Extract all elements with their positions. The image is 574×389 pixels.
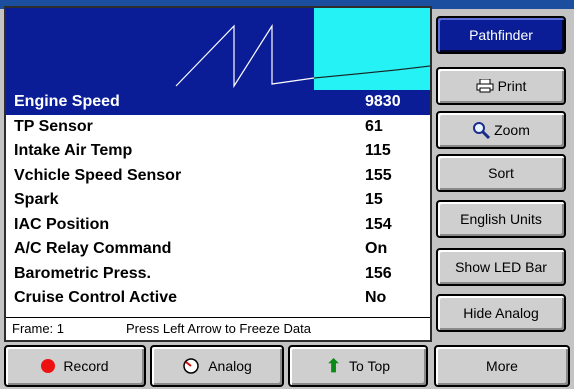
param-row-barometric[interactable]: Barometric Press. 156 <box>6 262 430 287</box>
param-label: Cruise Control Active <box>14 289 177 306</box>
sort-button[interactable]: Sort <box>436 154 566 192</box>
param-value: On <box>365 240 388 257</box>
printer-icon <box>476 79 494 93</box>
analog-label: Analog <box>208 358 252 374</box>
parameter-list: Engine Speed 9830 TP Sensor 61 Intake Ai… <box>6 90 430 311</box>
param-label: Spark <box>14 191 59 208</box>
units-label: English Units <box>460 211 542 227</box>
more-label: More <box>486 358 518 374</box>
record-button[interactable]: Record <box>4 345 146 387</box>
param-label: Vchicle Speed Sensor <box>14 166 182 184</box>
param-label: TP Sensor <box>14 117 93 135</box>
bottom-toolbar: Record Analog ⬆ To Top More <box>0 343 574 389</box>
frame-counter: Frame: 1 <box>12 321 65 336</box>
param-row-iac-position[interactable]: IAC Position 154 <box>6 213 430 238</box>
sort-label: Sort <box>488 165 514 181</box>
param-row-ac-relay[interactable]: A/C Relay Command On <box>6 237 430 262</box>
print-button[interactable]: Print <box>436 67 566 105</box>
param-value: No <box>365 289 387 306</box>
data-display: Engine Speed 9830 TP Sensor 61 Intake Ai… <box>4 6 432 342</box>
status-hint: Press Left Arrow to Freeze Data <box>126 321 311 336</box>
param-row-tp-sensor[interactable]: TP Sensor 61 <box>6 115 430 140</box>
to-top-label: To Top <box>349 358 391 374</box>
param-value: 156 <box>365 264 392 282</box>
param-label: Engine Speed <box>14 93 120 110</box>
more-button[interactable]: More <box>434 345 570 387</box>
zoom-label: Zoom <box>494 122 530 138</box>
gauge-icon <box>183 358 199 374</box>
param-value: 115 <box>365 142 391 159</box>
led-label: Show LED Bar <box>455 259 547 275</box>
pathfinder-label: Pathfinder <box>469 27 533 43</box>
param-value: 154 <box>365 215 392 233</box>
hide-analog-button[interactable]: Hide Analog <box>436 294 566 332</box>
graph-trace <box>175 23 430 89</box>
up-arrow-icon: ⬆ <box>325 355 342 376</box>
to-top-button[interactable]: ⬆ To Top <box>288 345 428 387</box>
param-value: 15 <box>365 191 383 208</box>
param-label: IAC Position <box>14 215 110 233</box>
status-bar: Frame: 1 Press Left Arrow to Freeze Data <box>6 317 430 340</box>
param-label: Intake Air Temp <box>14 142 133 159</box>
param-row-engine-speed[interactable]: Engine Speed 9830 <box>6 90 430 115</box>
param-row-intake-air-temp[interactable]: Intake Air Temp 115 <box>6 139 430 164</box>
record-label: Record <box>63 358 109 374</box>
param-row-spark[interactable]: Spark 15 <box>6 188 430 213</box>
param-row-vehicle-speed[interactable]: Vchicle Speed Sensor 155 <box>6 164 430 189</box>
param-label: A/C Relay Command <box>14 240 172 257</box>
english-units-button[interactable]: English Units <box>436 200 566 238</box>
param-row-cruise-control[interactable]: Cruise Control Active No <box>6 286 430 311</box>
print-label: Print <box>497 78 527 94</box>
show-led-bar-button[interactable]: Show LED Bar <box>436 248 566 286</box>
analog-button[interactable]: Analog <box>150 345 284 387</box>
record-dot-icon <box>41 359 56 373</box>
param-value: 61 <box>365 117 383 135</box>
param-value: 9830 <box>365 93 401 110</box>
pathfinder-button[interactable]: Pathfinder <box>436 16 566 54</box>
param-label: Barometric Press. <box>14 264 151 282</box>
param-value: 155 <box>365 166 392 184</box>
zoom-button[interactable]: Zoom <box>436 111 566 149</box>
app-window: Engine Speed 9830 TP Sensor 61 Intake Ai… <box>0 0 574 389</box>
magnifier-icon <box>473 122 491 139</box>
analog-toggle-label: Hide Analog <box>463 305 539 321</box>
trend-graph <box>6 8 430 90</box>
